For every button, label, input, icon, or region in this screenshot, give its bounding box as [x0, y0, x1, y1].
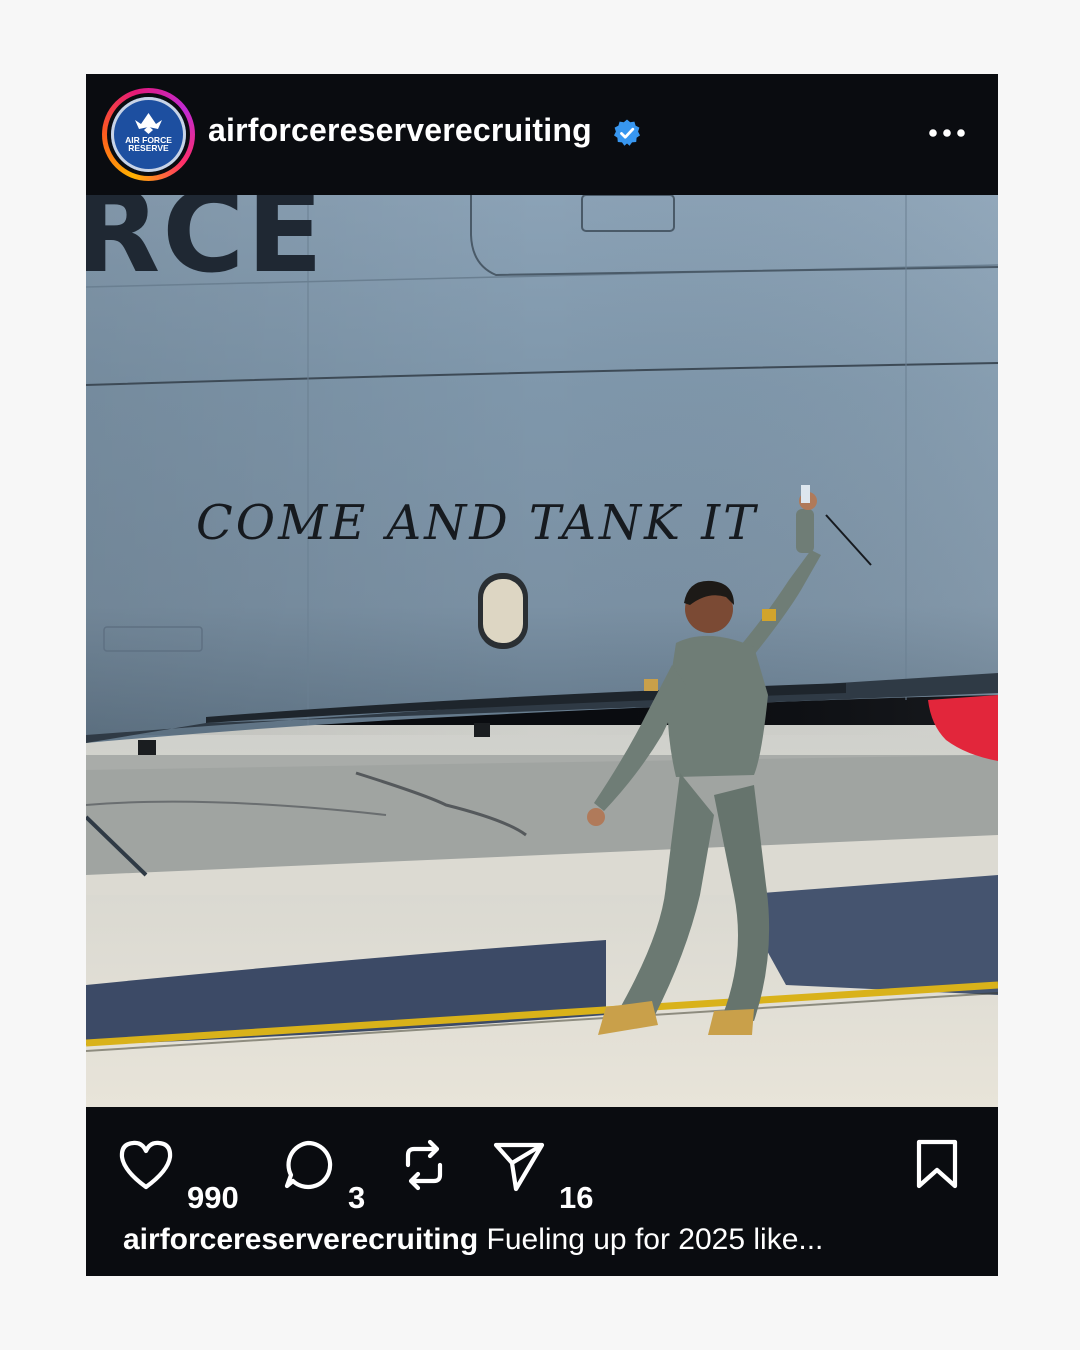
caption-username[interactable]: airforcereserverecruiting: [123, 1223, 478, 1256]
handwritten-message: COME AND TANK IT: [196, 495, 758, 551]
post-photo[interactable]: RCE COME AND TANK IT: [86, 195, 998, 1107]
more-options-icon[interactable]: [928, 126, 966, 140]
heart-icon[interactable]: [118, 1139, 174, 1191]
avatar-text-line2: RESERVE: [128, 143, 169, 153]
send-icon[interactable]: [492, 1139, 546, 1193]
post-header: AIR FORCE RESERVE airforcereserverecruit…: [86, 74, 998, 195]
bookmark-icon[interactable]: [914, 1138, 960, 1190]
fuselage-lettering: RCE: [86, 195, 325, 298]
comment-count[interactable]: 3: [348, 1180, 365, 1216]
post-actions: 990 3 16 airforcereserverecruiting Fueli…: [86, 1107, 998, 1276]
comment-bubble-icon[interactable]: [282, 1139, 334, 1191]
repost-icon[interactable]: [400, 1137, 448, 1193]
avatar[interactable]: AIR FORCE RESERVE: [102, 88, 195, 181]
caption-text[interactable]: Fueling up for 2025 like...: [478, 1223, 824, 1256]
post-card: AIR FORCE RESERVE airforcereserverecruit…: [86, 74, 998, 1276]
share-count[interactable]: 16: [559, 1180, 593, 1216]
like-count[interactable]: 990: [187, 1180, 239, 1216]
air-force-logo: AIR FORCE RESERVE: [111, 97, 186, 172]
verified-badge-icon: [614, 119, 640, 146]
post-caption: airforcereserverecruiting Fueling up for…: [123, 1223, 823, 1257]
post-username[interactable]: airforcereserverecruiting: [208, 112, 592, 149]
